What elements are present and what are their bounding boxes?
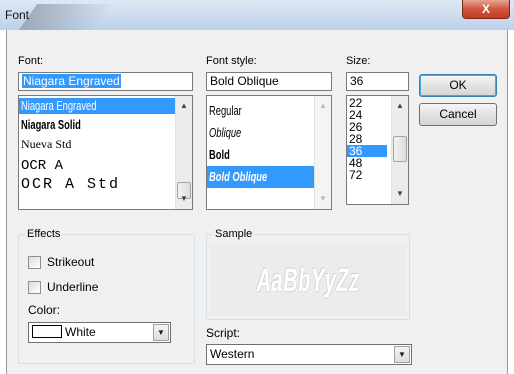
font-style-list-item[interactable]: Bold Oblique	[207, 166, 314, 188]
title-decoration	[18, 4, 148, 30]
font-style-list-item[interactable]: Oblique	[207, 122, 331, 144]
color-swatch	[32, 325, 62, 338]
font-style-input[interactable]: Bold Oblique	[206, 72, 332, 91]
script-label: Script:	[206, 326, 241, 340]
font-list[interactable]: Niagara Engraved Niagara Solid Nueva Std…	[18, 95, 193, 210]
strikeout-checkbox[interactable]	[28, 256, 41, 269]
sample-preview: AaBbYyZz	[210, 245, 406, 316]
font-list-item[interactable]: OCR A Std	[19, 175, 192, 195]
sample-text: AaBbYyZz	[256, 262, 360, 298]
scroll-up-arrow-icon[interactable]: ▲	[392, 98, 408, 114]
font-list-item[interactable]: Niagara Engraved	[19, 98, 192, 114]
underline-label[interactable]: Underline	[47, 280, 98, 294]
font-style-list-item[interactable]: Bold	[207, 144, 331, 166]
font-dialog-body: Font: Niagara Engraved Niagara Engraved …	[6, 30, 508, 374]
chevron-down-icon[interactable]: ▼	[394, 346, 410, 363]
size-list-item[interactable]: 72	[347, 169, 391, 181]
close-button[interactable]: X	[462, 0, 510, 19]
scrollbar-thumb[interactable]	[393, 136, 407, 162]
effects-group: Effects	[18, 228, 195, 364]
strikeout-label[interactable]: Strikeout	[47, 255, 94, 269]
color-select[interactable]: White ▼	[28, 322, 171, 343]
font-style-label: Font style:	[206, 55, 257, 67]
size-list-item[interactable]: 24	[347, 109, 391, 121]
font-style-list-item[interactable]: Regular	[207, 100, 331, 122]
window-title: Font	[5, 8, 30, 22]
font-label: Font:	[18, 55, 44, 67]
chevron-down-icon[interactable]: ▼	[153, 324, 169, 341]
font-list-item[interactable]: Nueva Std	[19, 136, 192, 152]
scroll-up-arrow-icon[interactable]: ▲	[176, 98, 192, 114]
sample-title: Sample	[213, 228, 255, 240]
size-label: Size:	[346, 55, 371, 67]
size-list-scrollbar[interactable]: ▲ ▼	[391, 96, 408, 204]
size-list[interactable]: 22 24 26 28 36 48 72 ▲ ▼	[346, 95, 409, 205]
size-input[interactable]: 36	[346, 72, 409, 91]
font-name-input[interactable]: Niagara Engraved	[18, 72, 193, 91]
sample-group: Sample AaBbYyZz	[206, 228, 410, 320]
font-list-scrollbar[interactable]: ▲ ▼	[175, 96, 192, 209]
close-icon: X	[481, 2, 490, 16]
size-list-item[interactable]: 28	[347, 133, 391, 145]
script-select[interactable]: Western ▼	[206, 344, 412, 365]
scroll-down-arrow-icon[interactable]: ▼	[176, 191, 192, 207]
size-list-item[interactable]: 22	[347, 97, 391, 109]
font-name-input-value: Niagara Engraved	[22, 74, 121, 88]
color-value: White	[65, 325, 96, 339]
underline-checkbox[interactable]	[28, 281, 41, 294]
color-label: Color:	[28, 303, 61, 317]
title-bar[interactable]: Font X	[0, 0, 514, 30]
script-value: Western	[210, 347, 255, 361]
scroll-down-arrow-icon[interactable]: ▼	[315, 191, 331, 207]
scroll-down-arrow-icon[interactable]: ▼	[392, 186, 408, 202]
size-list-item[interactable]: 26	[347, 121, 391, 133]
font-list-item[interactable]: Niagara Solid	[19, 117, 192, 133]
font-style-list[interactable]: Regular Oblique Bold Bold Oblique ▲ ▼	[206, 95, 332, 210]
size-list-item[interactable]: 36	[347, 145, 387, 157]
font-list-item[interactable]: OCR A	[19, 157, 192, 175]
ok-button[interactable]: OK	[419, 74, 497, 97]
font-style-scrollbar[interactable]: ▲ ▼	[314, 96, 331, 209]
cancel-button[interactable]: Cancel	[419, 103, 497, 126]
scroll-up-arrow-icon[interactable]: ▲	[315, 98, 331, 114]
effects-title: Effects	[25, 228, 63, 240]
size-list-item[interactable]: 48	[347, 157, 391, 169]
